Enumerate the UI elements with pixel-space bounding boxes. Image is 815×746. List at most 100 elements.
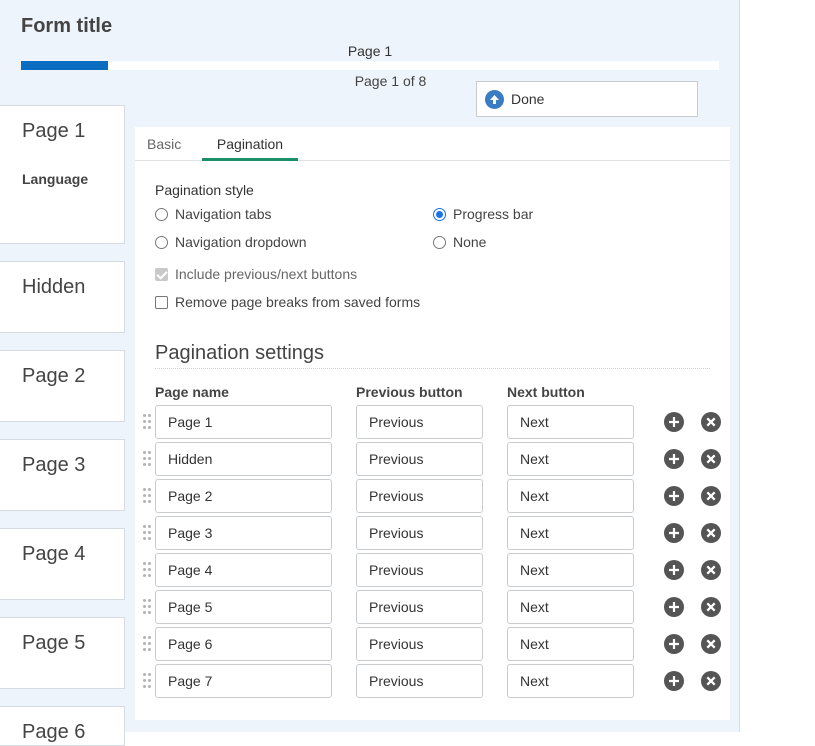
page-name-input[interactable]: Page 4 — [155, 553, 332, 587]
radio-label: Navigation dropdown — [175, 234, 307, 250]
tab-pagination[interactable]: Pagination — [202, 136, 298, 161]
page-card-5[interactable]: Page 5 — [0, 617, 125, 689]
page-row: Page 2 Previous Next — [135, 479, 730, 513]
add-page-icon[interactable] — [664, 671, 684, 691]
checkbox-remove-page-breaks[interactable]: Remove page breaks from saved forms — [155, 294, 420, 310]
page-card-title: Page 2 — [22, 365, 86, 387]
page-row: Page 3 Previous Next — [135, 516, 730, 550]
drag-handle-icon[interactable] — [143, 525, 151, 541]
arrow-up-icon — [485, 89, 504, 109]
previous-button-value: Previous — [369, 599, 424, 615]
page-name-value: Page 4 — [168, 562, 213, 578]
remove-page-icon[interactable] — [701, 634, 721, 654]
next-button-input[interactable]: Next — [507, 405, 634, 439]
next-button-input[interactable]: Next — [507, 664, 634, 698]
next-button-value: Next — [520, 562, 549, 578]
column-header-next-button: Next button — [507, 384, 585, 400]
drag-handle-icon[interactable] — [143, 636, 151, 652]
add-page-icon[interactable] — [664, 634, 684, 654]
previous-button-value: Previous — [369, 562, 424, 578]
page-name-input[interactable]: Page 7 — [155, 664, 332, 698]
page-card-4[interactable]: Page 4 — [0, 528, 125, 600]
done-button[interactable]: Done — [476, 81, 698, 117]
checkbox-include-prev-next[interactable]: Include previous/next buttons — [155, 266, 357, 282]
tab-basic[interactable]: Basic — [147, 136, 181, 152]
radio-navigation-tabs[interactable]: Navigation tabs — [155, 206, 272, 222]
page-card-field: Language — [22, 171, 89, 187]
previous-button-value: Previous — [369, 451, 424, 467]
page-name-input[interactable]: Page 2 — [155, 479, 332, 513]
page-name-value: Hidden — [168, 451, 213, 467]
page-card-hidden[interactable]: Hidden — [0, 261, 125, 333]
remove-page-icon[interactable] — [701, 523, 721, 543]
checkbox[interactable] — [155, 295, 168, 309]
remove-page-icon[interactable] — [701, 671, 721, 691]
next-button-input[interactable]: Next — [507, 590, 634, 624]
checkbox[interactable] — [155, 267, 168, 281]
previous-button-value: Previous — [369, 488, 424, 504]
page-name-input[interactable]: Page 5 — [155, 590, 332, 624]
next-button-input[interactable]: Next — [507, 479, 634, 513]
drag-handle-icon[interactable] — [143, 414, 151, 430]
previous-button-input[interactable]: Previous — [356, 664, 483, 698]
next-button-value: Next — [520, 451, 549, 467]
previous-button-input[interactable]: Previous — [356, 479, 483, 513]
checkbox-label: Include previous/next buttons — [175, 266, 358, 282]
radio-button[interactable] — [433, 235, 446, 249]
remove-page-icon[interactable] — [701, 597, 721, 617]
radio-label: Progress bar — [453, 206, 534, 222]
divider — [155, 368, 710, 369]
pagination-panel: Basic Pagination Pagination style Naviga… — [135, 127, 730, 720]
previous-button-input[interactable]: Previous — [356, 553, 483, 587]
next-button-input[interactable]: Next — [507, 516, 634, 550]
previous-button-input[interactable]: Previous — [356, 627, 483, 661]
page-name-input[interactable]: Page 1 — [155, 405, 332, 439]
progress-bar — [21, 61, 719, 70]
next-button-input[interactable]: Next — [507, 627, 634, 661]
radio-button[interactable] — [155, 207, 168, 221]
drag-handle-icon[interactable] — [143, 451, 151, 467]
radio-progress-bar[interactable]: Progress bar — [433, 206, 533, 222]
previous-button-input[interactable]: Previous — [356, 590, 483, 624]
remove-page-icon[interactable] — [701, 486, 721, 506]
next-button-value: Next — [520, 414, 549, 430]
tab-bar: Basic Pagination — [135, 127, 730, 161]
page-name-input[interactable]: Page 6 — [155, 627, 332, 661]
drag-handle-icon[interactable] — [143, 599, 151, 615]
page-card-6[interactable]: Page 6 — [0, 706, 125, 746]
page-row: Page 5 Previous Next — [135, 590, 730, 624]
add-page-icon[interactable] — [664, 412, 684, 432]
radio-navigation-dropdown[interactable]: Navigation dropdown — [155, 234, 307, 250]
page-card-title: Page 4 — [22, 543, 86, 565]
add-page-icon[interactable] — [664, 449, 684, 469]
add-page-icon[interactable] — [664, 523, 684, 543]
radio-label: Navigation tabs — [175, 206, 272, 222]
add-page-icon[interactable] — [664, 597, 684, 617]
remove-page-icon[interactable] — [701, 560, 721, 580]
drag-handle-icon[interactable] — [143, 673, 151, 689]
previous-button-input[interactable]: Previous — [356, 516, 483, 550]
drag-handle-icon[interactable] — [143, 488, 151, 504]
page-card-1[interactable]: Page 1 Language — [0, 105, 125, 244]
page-card-3[interactable]: Page 3 — [0, 439, 125, 511]
next-button-value: Next — [520, 636, 549, 652]
page-name-input[interactable]: Hidden — [155, 442, 332, 476]
radio-button-selected[interactable] — [433, 207, 446, 221]
column-header-previous-button: Previous button — [356, 384, 463, 400]
pagination-style-label: Pagination style — [155, 182, 254, 198]
next-button-input[interactable]: Next — [507, 442, 634, 476]
add-page-icon[interactable] — [664, 486, 684, 506]
radio-button[interactable] — [155, 235, 168, 249]
page-card-2[interactable]: Page 2 — [0, 350, 125, 422]
remove-page-icon[interactable] — [701, 449, 721, 469]
previous-button-value: Previous — [369, 525, 424, 541]
form-title: Form title — [21, 15, 113, 37]
drag-handle-icon[interactable] — [143, 562, 151, 578]
add-page-icon[interactable] — [664, 560, 684, 580]
previous-button-input[interactable]: Previous — [356, 442, 483, 476]
remove-page-icon[interactable] — [701, 412, 721, 432]
page-name-input[interactable]: Page 3 — [155, 516, 332, 550]
radio-none[interactable]: None — [433, 234, 486, 250]
next-button-input[interactable]: Next — [507, 553, 634, 587]
previous-button-input[interactable]: Previous — [356, 405, 483, 439]
